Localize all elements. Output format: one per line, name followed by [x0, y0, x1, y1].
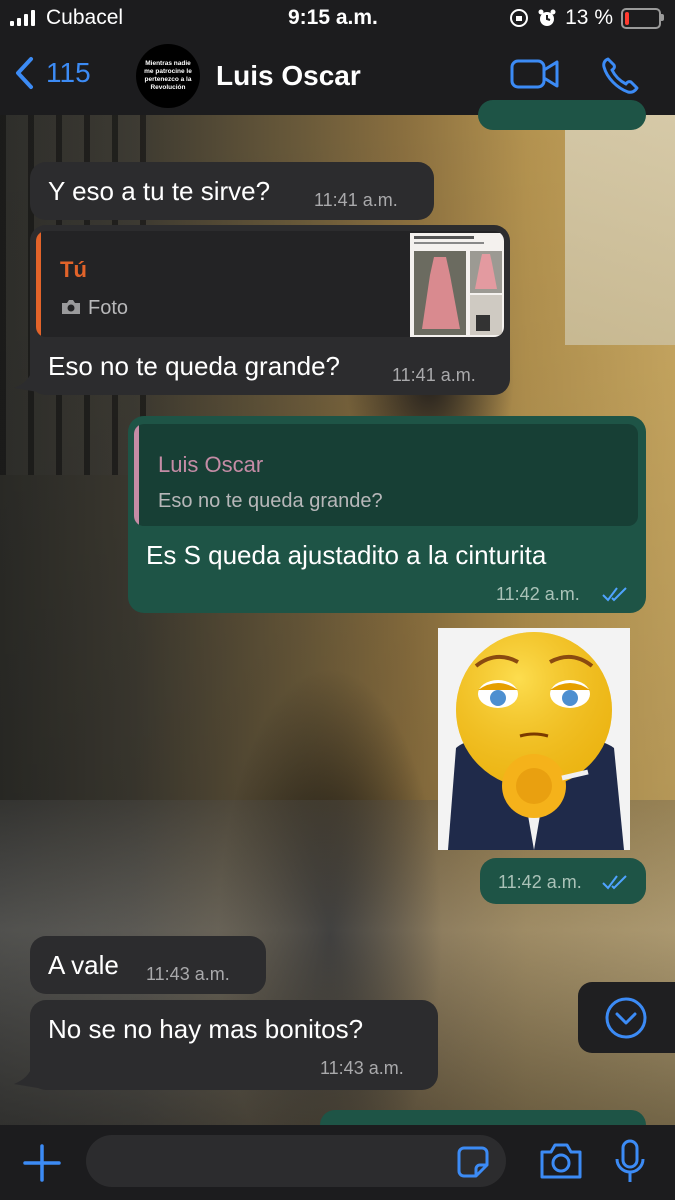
message-time: 11:41 a.m.: [392, 365, 476, 385]
message-bubble[interactable]: No se no hay mas bonitos? 11:43 a.m.: [30, 1000, 438, 1090]
quote-text: Foto: [88, 297, 129, 319]
message-input-bar: [0, 1125, 675, 1200]
carrier-label: Cubacel: [46, 6, 124, 29]
message-time: 11:41 a.m.: [314, 190, 398, 210]
message-input[interactable]: [86, 1135, 506, 1187]
microphone-icon[interactable]: [614, 1139, 646, 1185]
bubble-tail: [14, 370, 38, 392]
battery-level: [625, 11, 629, 25]
camera-icon[interactable]: [538, 1141, 584, 1181]
quote-author: Tú: [60, 257, 87, 282]
battery-icon: [621, 7, 664, 29]
message-time: 11:42 a.m.: [496, 584, 580, 604]
sticker-icon[interactable]: [456, 1145, 490, 1179]
wallpaper-pillar: [565, 115, 675, 345]
sticker-image[interactable]: [438, 628, 630, 850]
avatar[interactable]: Mientras nadie me patrocine le pertenezc…: [136, 44, 200, 108]
plus-icon[interactable]: [22, 1143, 62, 1183]
phone-icon[interactable]: [600, 56, 640, 96]
message-text: No se no hay mas bonitos?: [48, 1014, 364, 1044]
quoted-message[interactable]: Tú Foto: [36, 231, 504, 337]
quote-text: Eso no te queda grande?: [158, 490, 383, 512]
video-camera-icon[interactable]: [510, 56, 560, 92]
chevron-left-icon: [16, 57, 33, 89]
message-bubble[interactable]: Y eso a tu te sirve? 11:41 a.m.: [30, 162, 434, 220]
emoji-sticker: [448, 632, 624, 850]
bubble-tail: [14, 1066, 38, 1088]
photo-thumbnail[interactable]: [410, 233, 504, 337]
message-bubble[interactable]: Luis Oscar Eso no te queda grande? Es S …: [128, 416, 646, 613]
message-time: 11:43 a.m.: [320, 1058, 404, 1078]
read-ticks-icon: [602, 587, 627, 602]
orientation-lock-icon: [510, 9, 529, 27]
message-bubble-partial: [478, 100, 646, 130]
dress-image: [422, 257, 460, 329]
scroll-to-bottom-button[interactable]: [578, 982, 675, 1053]
message-bubble[interactable]: Tú Foto Eso no te queda grande? 11:41 a.…: [30, 225, 510, 395]
camera-icon: [62, 300, 80, 314]
message-text: Eso no te queda grande?: [48, 351, 341, 381]
read-ticks-icon: [602, 875, 627, 890]
message-text: Y eso a tu te sirve?: [48, 176, 271, 206]
message-time: 11:42 a.m.: [498, 872, 582, 892]
contact-name[interactable]: Luis Oscar: [216, 60, 361, 92]
quote-author: Luis Oscar: [158, 452, 264, 477]
message-time: 11:43 a.m.: [146, 964, 230, 984]
back-button[interactable]: 115: [14, 56, 91, 90]
message-text: Es S queda ajustadito a la cinturita: [146, 540, 547, 570]
signal-icon: [10, 10, 35, 26]
alarm-icon: [538, 9, 556, 26]
message-bubble[interactable]: A vale 11:43 a.m.: [30, 936, 266, 994]
clock: 9:15 a.m.: [288, 6, 378, 29]
message-bubble[interactable]: 11:42 a.m.: [480, 858, 646, 904]
chevron-down-icon: [605, 997, 647, 1039]
status-bar: Cubacel 9:15 a.m. 13 %: [0, 0, 675, 38]
unread-count: 115: [46, 57, 91, 88]
battery-percent: 13 %: [565, 6, 613, 29]
message-text: A vale: [48, 950, 119, 980]
quoted-message[interactable]: Luis Oscar Eso no te queda grande?: [134, 424, 638, 526]
